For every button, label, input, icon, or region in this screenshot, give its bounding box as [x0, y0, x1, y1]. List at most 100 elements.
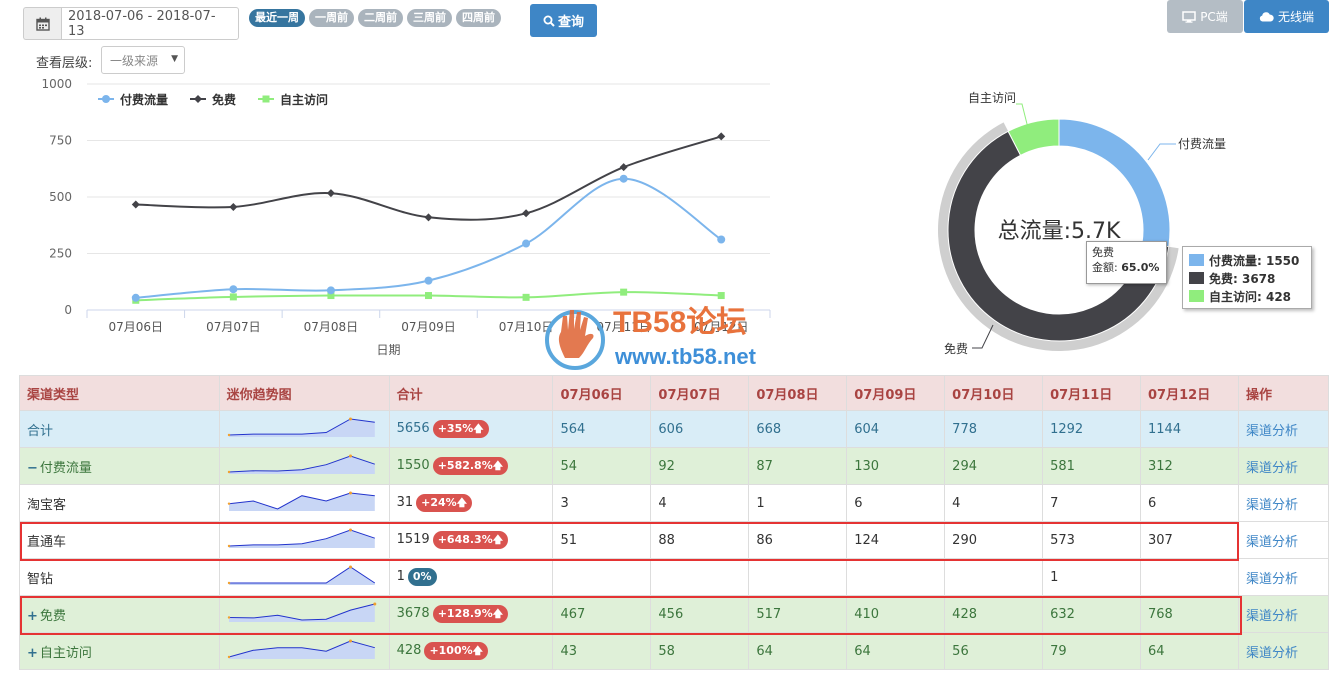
day-value-cell: 294	[944, 447, 1044, 485]
table-row: 淘宝客 31 +24%🡅 3 4 1 6 4 7 6 渠道分析	[19, 484, 1330, 522]
data-point[interactable]	[131, 293, 140, 302]
series-line	[135, 135, 722, 221]
channel-table: 渠道类型 迷你趋势图 合计 07月06日 07月07日 07月08日 07月09日 07月10…	[19, 375, 1330, 670]
day-value-cell: 124	[846, 521, 946, 559]
change-value: +24%	[421, 496, 457, 509]
day-value-cell	[748, 558, 848, 596]
data-point[interactable]	[425, 292, 432, 300]
x-tick-label: 07月12日	[694, 320, 749, 334]
pill-1-week-ago[interactable]: 一周前	[309, 9, 354, 27]
data-point[interactable]	[229, 202, 238, 211]
channel-name-cell: 合计	[19, 410, 220, 448]
sparkline-cell	[218, 632, 390, 670]
pill-last-week[interactable]: 最近一周	[249, 9, 305, 27]
pill-3-weeks-ago[interactable]: 三周前	[407, 9, 452, 27]
day-value-cell: 581	[1042, 447, 1142, 485]
slice-label: 免费	[944, 341, 968, 356]
data-point[interactable]	[326, 286, 335, 295]
legend-item[interactable]: 免费	[190, 92, 236, 107]
channel-name-cell[interactable]: + 自主访问	[19, 632, 220, 670]
data-point[interactable]	[131, 200, 140, 209]
day-value-cell: 312	[1140, 447, 1239, 485]
day-value-cell: 467	[552, 595, 652, 633]
legend-label-paid: 付费流量: 1550	[1209, 253, 1300, 268]
sparkline-max-dot	[372, 602, 376, 606]
data-point[interactable]	[229, 285, 238, 294]
day-value-cell: 79	[1042, 632, 1142, 670]
data-point[interactable]	[522, 209, 531, 218]
operation-cell: 渠道分析	[1237, 410, 1330, 448]
day-value-cell: 768	[1140, 595, 1239, 633]
collapse-minus-icon[interactable]: −	[27, 461, 38, 476]
legend-item-paid[interactable]: 付费流量: 1550	[1189, 251, 1305, 269]
mini-trend-chart	[227, 417, 375, 437]
day-value-cell: 517	[748, 595, 848, 633]
expand-plus-icon[interactable]: +	[27, 646, 38, 661]
total-value: 1550	[396, 458, 430, 473]
pill-4-weeks-ago[interactable]: 四周前	[456, 9, 501, 27]
channel-analysis-link[interactable]: 渠道分析	[1246, 609, 1298, 624]
data-point[interactable]	[424, 213, 433, 222]
data-point[interactable]	[717, 292, 725, 300]
channel-analysis-link[interactable]: 渠道分析	[1246, 424, 1298, 439]
calendar-icon[interactable]	[23, 7, 61, 40]
day-value-cell: 4	[944, 484, 1044, 522]
mini-trend-chart	[227, 639, 375, 659]
channel-analysis-link[interactable]: 渠道分析	[1246, 572, 1298, 587]
data-point[interactable]	[717, 235, 726, 244]
legend-item-free[interactable]: 免费: 3678	[1189, 269, 1305, 287]
mini-trend-chart	[227, 491, 375, 511]
table-row: 直通车 1519 +648.3%🡅 51 88 86 124 290 573 307 渠道分析	[19, 521, 1330, 559]
x-tick-label: 07月10日	[499, 320, 554, 334]
x-tick-label: 07月11日	[596, 320, 651, 334]
column-header: 07月12日	[1140, 375, 1239, 411]
total-cell: 31 +24%🡅	[388, 484, 554, 522]
day-value-cell: 1144	[1140, 410, 1239, 448]
sparkline-cell	[218, 484, 390, 522]
expand-plus-icon[interactable]: +	[27, 609, 38, 624]
channel-analysis-link[interactable]: 渠道分析	[1246, 498, 1298, 513]
legend-item[interactable]: 付费流量	[98, 92, 168, 107]
data-point[interactable]	[424, 276, 433, 285]
column-header: 迷你趋势图	[218, 375, 390, 411]
operation-cell: 渠道分析	[1237, 632, 1330, 670]
channel-name-cell: 淘宝客	[19, 484, 220, 522]
change-badge: +24%🡅	[416, 494, 472, 512]
data-point[interactable]	[522, 239, 531, 248]
data-point[interactable]	[717, 132, 726, 141]
pill-2-weeks-ago[interactable]: 二周前	[358, 9, 403, 27]
total-cell: 1519 +648.3%🡅	[388, 521, 554, 559]
date-range-input[interactable]: 2018-07-06 - 2018-07-13	[61, 7, 239, 40]
channel-analysis-link[interactable]: 渠道分析	[1246, 461, 1298, 476]
level-select-value: 一级来源	[110, 53, 159, 68]
day-value-cell: 64	[846, 632, 946, 670]
legend-item[interactable]: 自主访问	[258, 92, 328, 107]
pc-tab-button[interactable]: PC端	[1167, 0, 1243, 33]
data-point[interactable]	[620, 288, 628, 296]
search-icon	[543, 15, 555, 27]
mini-trend-chart	[227, 528, 375, 548]
channel-name-cell[interactable]: − 付费流量	[19, 447, 220, 485]
legend-label: 付费流量	[120, 92, 168, 107]
sparkline-cell	[218, 521, 390, 559]
y-tick-label: 750	[49, 134, 72, 148]
total-cell: 1 0%	[388, 558, 554, 596]
query-button[interactable]: 查询	[530, 4, 597, 37]
data-point[interactable]	[619, 174, 628, 183]
channel-analysis-link[interactable]: 渠道分析	[1246, 646, 1298, 661]
date-range-picker[interactable]: 2018-07-06 - 2018-07-13	[23, 7, 239, 40]
change-value: +35%	[437, 422, 474, 435]
column-header: 07月07日	[650, 375, 750, 411]
mobile-tab-button[interactable]: 无线端	[1244, 0, 1329, 33]
legend-item-self[interactable]: 自主访问: 428	[1189, 287, 1305, 305]
data-point[interactable]	[619, 163, 628, 172]
legend-label: 自主访问	[280, 92, 328, 107]
data-point[interactable]	[326, 189, 335, 198]
channel-name-cell: 直通车	[19, 521, 220, 559]
channel-analysis-link[interactable]: 渠道分析	[1246, 535, 1298, 550]
channel-name-cell[interactable]: + 免费	[19, 595, 220, 633]
donut-legend: 付费流量: 1550 免费: 3678 自主访问: 428	[1182, 246, 1312, 309]
data-point[interactable]	[522, 293, 530, 301]
data-point[interactable]	[229, 293, 237, 301]
column-header: 07月09日	[846, 375, 946, 411]
